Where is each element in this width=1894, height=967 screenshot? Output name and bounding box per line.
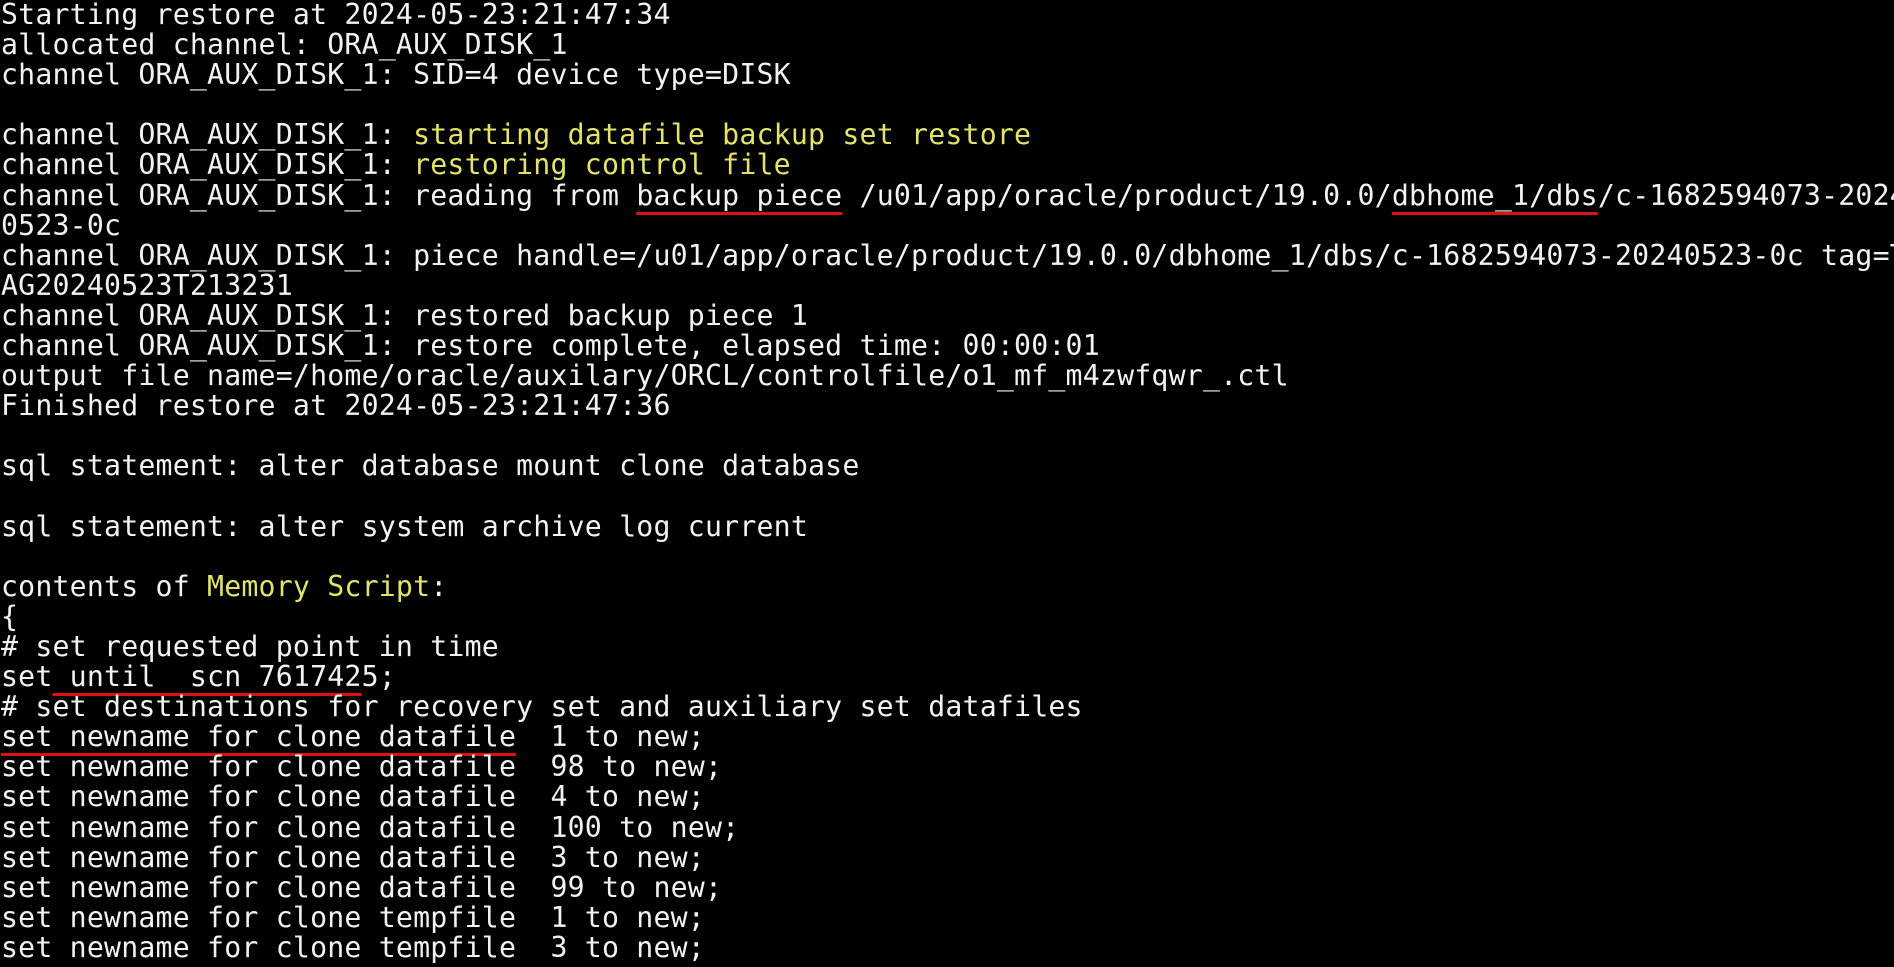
terminal-line: channel ORA_AUX_DISK_1: piece handle=/u0…	[1, 238, 1894, 272]
line-text: contents of	[1, 569, 208, 603]
terminal-line: Finished restore at 2024-05-23:21:47:36	[1, 391, 1894, 421]
terminal-line: set newname for clone datafile 100 to ne…	[1, 810, 1894, 844]
line-text: output file name=/home/oracle/auxilary/O…	[1, 359, 1289, 393]
terminal-line: 0523-0c	[1, 208, 1894, 242]
highlighted-text: restoring control file	[413, 148, 791, 182]
terminal-line: channel ORA_AUX_DISK_1: restore complete…	[1, 329, 1894, 363]
line-text: channel ORA_AUX_DISK_1: restore complete…	[1, 329, 1100, 363]
line-text: sql statement: alter database mount clon…	[1, 449, 860, 483]
line-text: set newname for clone datafile 100 to ne…	[1, 810, 740, 844]
terminal-line: allocated channel: ORA_AUX_DISK_1	[1, 30, 1894, 60]
line-text: set newname for clone datafile 4 to new;	[1, 780, 705, 814]
highlighted-text: starting datafile backup set restore	[413, 118, 1032, 152]
terminal-line: contents of Memory Script:	[1, 569, 1894, 603]
line-text: AG20240523T213231	[1, 268, 293, 302]
terminal-line: set newname for clone tempfile 1 to new;	[1, 900, 1894, 934]
terminal-line: sql statement: alter database mount clon…	[1, 451, 1894, 481]
line-text: :	[430, 569, 448, 603]
terminal-line: channel ORA_AUX_DISK_1: restored backup …	[1, 298, 1894, 332]
line-text: /c-1682594073-2024	[1597, 178, 1894, 212]
terminal-line: set newname for clone datafile 3 to new;	[1, 840, 1894, 874]
line-text: # set destinations for recovery set and …	[1, 690, 1083, 724]
line-text: set newname for clone tempfile 3 to new;	[1, 930, 705, 964]
terminal-line: {	[1, 599, 1894, 633]
line-text: channel ORA_AUX_DISK_1: restored backup …	[1, 298, 809, 332]
line-text: channel ORA_AUX_DISK_1: SID=4 device typ…	[1, 58, 791, 92]
terminal-line: # set requested point in time	[1, 629, 1894, 663]
terminal-line: channel ORA_AUX_DISK_1: SID=4 device typ…	[1, 60, 1894, 90]
line-text: Starting restore at 2024-05-23:21:47:34	[1, 0, 671, 31]
line-text: set newname for clone datafile 3 to new;	[1, 840, 705, 874]
line-text: channel ORA_AUX_DISK_1:	[1, 148, 414, 182]
terminal-line: set newname for clone datafile 99 to new…	[1, 870, 1894, 904]
terminal-line: Starting restore at 2024-05-23:21:47:34	[1, 0, 1894, 30]
highlighted-text: Memory Script	[207, 569, 431, 603]
terminal-line: sql statement: alter system archive log …	[1, 509, 1894, 543]
line-text: channel ORA_AUX_DISK_1: piece handle=/u0…	[1, 238, 1894, 272]
terminal-line: channel ORA_AUX_DISK_1: reading from bac…	[1, 178, 1894, 212]
underlined-annotation: dbhome_1/dbs	[1391, 178, 1598, 212]
line-text: channel ORA_AUX_DISK_1: reading from	[1, 178, 637, 212]
terminal-line: channel ORA_AUX_DISK_1: starting datafil…	[1, 120, 1894, 150]
line-text: set newname for clone datafile 98 to new…	[1, 750, 723, 784]
line-text: /u01/app/oracle/product/19.0.0/	[842, 178, 1392, 212]
line-text: 0523-0c	[1, 208, 122, 242]
line-text: allocated channel: ORA_AUX_DISK_1	[1, 28, 568, 62]
underlined-annotation: set newname for clone datafile	[1, 720, 517, 754]
underlined-annotation: until scn 761742	[52, 660, 362, 694]
terminal-line: output file name=/home/oracle/auxilary/O…	[1, 361, 1894, 391]
terminal-line: set newname for clone tempfile 3 to new;	[1, 930, 1894, 964]
terminal-line: channel ORA_AUX_DISK_1: restoring contro…	[1, 150, 1894, 180]
line-text: 5;	[361, 660, 396, 694]
line-text: channel ORA_AUX_DISK_1:	[1, 118, 414, 152]
terminal-line: # set destinations for recovery set and …	[1, 692, 1894, 722]
terminal-line: set newname for clone datafile 4 to new;	[1, 782, 1894, 812]
terminal-line: set newname for clone datafile 98 to new…	[1, 752, 1894, 782]
terminal-line: set until scn 7617425;	[1, 662, 1894, 692]
terminal-line: set newname for clone datafile 1 to new;	[1, 722, 1894, 752]
line-text: set newname for clone tempfile 1 to new;	[1, 900, 705, 934]
line-text: # set requested point in time	[1, 629, 499, 663]
underlined-annotation: backup piece	[636, 178, 843, 212]
line-text: set	[1, 660, 53, 694]
line-text: 1 to new;	[516, 720, 705, 754]
terminal-output: Starting restore at 2024-05-23:21:47:34 a…	[0, 0, 1894, 967]
terminal-line: AG20240523T213231	[1, 268, 1894, 302]
line-text: Finished restore at 2024-05-23:21:47:36	[1, 389, 671, 423]
line-text: sql statement: alter system archive log …	[1, 509, 809, 543]
line-text: {	[1, 599, 19, 633]
line-text: set newname for clone datafile 99 to new…	[1, 870, 723, 904]
